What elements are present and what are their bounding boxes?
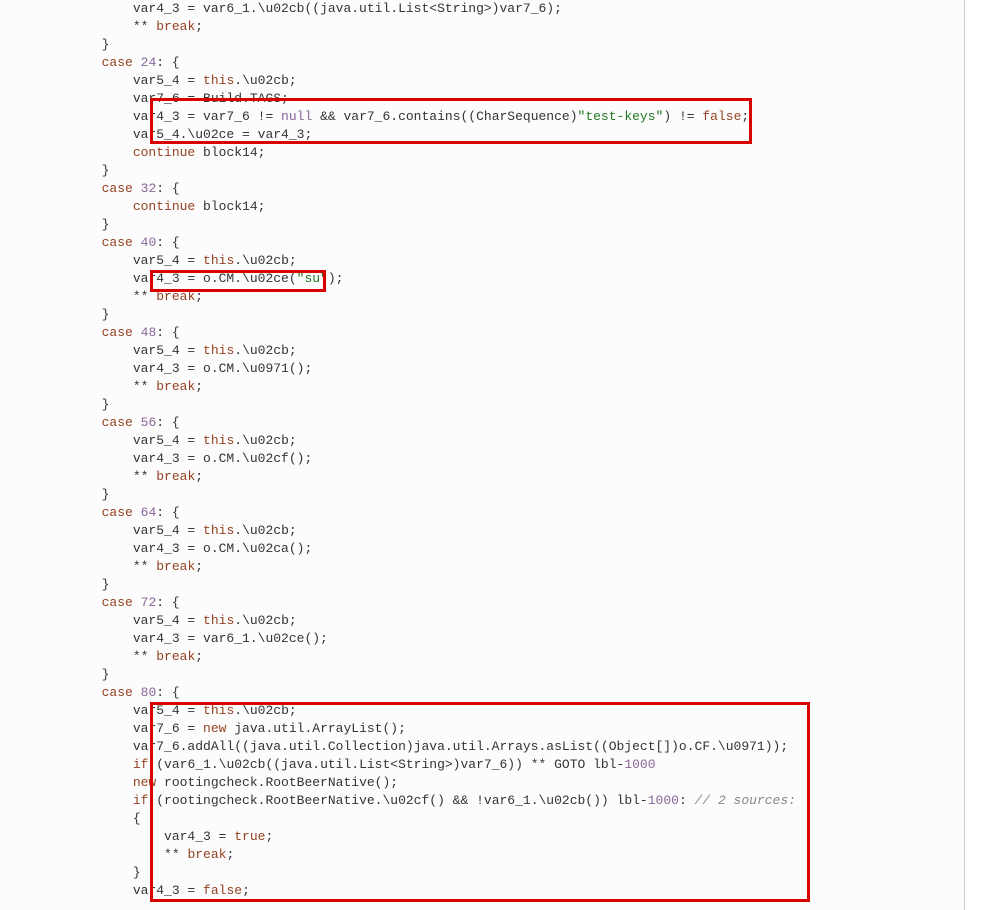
code-line: } (8, 486, 956, 504)
code-line: case 56: { (8, 414, 956, 432)
code-line: ** break; (8, 558, 956, 576)
code-line: var7_6 = new java.util.ArrayList(); (8, 720, 956, 738)
code-viewer: var4_3 = var6_1.\u02cb((java.util.List<S… (0, 0, 965, 910)
code-line: case 32: { (8, 180, 956, 198)
code-line: { (8, 810, 956, 828)
code-line: var5_4 = this.\u02cb; (8, 522, 956, 540)
code-line: case 24: { (8, 54, 956, 72)
code-line: ** break; (8, 18, 956, 36)
code-line: var4_3 = var7_6 != null && var7_6.contai… (8, 108, 956, 126)
code-line: ** break; (8, 288, 956, 306)
code-line: var5_4 = this.\u02cb; (8, 612, 956, 630)
code-line: ** break; (8, 468, 956, 486)
code-line: var5_4 = this.\u02cb; (8, 342, 956, 360)
code-line: new rootingcheck.RootBeerNative(); (8, 774, 956, 792)
code-line: } (8, 216, 956, 234)
code-line: } (8, 666, 956, 684)
code-line: var4_3 = false; (8, 882, 956, 900)
code-line: } (8, 306, 956, 324)
code-line: var4_3 = var6_1.\u02ce(); (8, 630, 956, 648)
code-line: var5_4 = this.\u02cb; (8, 72, 956, 90)
code-line: ** break; (8, 378, 956, 396)
code-line: ** break; (8, 648, 956, 666)
code-line: var5_4.\u02ce = var4_3; (8, 126, 956, 144)
code-line: var5_4 = this.\u02cb; (8, 252, 956, 270)
code-block[interactable]: var4_3 = var6_1.\u02cb((java.util.List<S… (0, 0, 964, 900)
code-line: ** break; (8, 846, 956, 864)
code-line: } (8, 396, 956, 414)
code-line: var5_4 = this.\u02cb; (8, 432, 956, 450)
code-line: case 72: { (8, 594, 956, 612)
code-line: var4_3 = o.CM.\u02cf(); (8, 450, 956, 468)
code-line: var4_3 = o.CM.\u0971(); (8, 360, 956, 378)
code-line: case 64: { (8, 504, 956, 522)
code-line: var7_6 = Build.TAGS; (8, 90, 956, 108)
code-line: var4_3 = o.CM.\u02ce("su"); (8, 270, 956, 288)
code-line: if (rootingcheck.RootBeerNative.\u02cf()… (8, 792, 956, 810)
code-line: } (8, 864, 956, 882)
code-line: } (8, 162, 956, 180)
code-line: var4_3 = var6_1.\u02cb((java.util.List<S… (8, 0, 956, 18)
code-line: var5_4 = this.\u02cb; (8, 702, 956, 720)
code-line: var4_3 = o.CM.\u02ca(); (8, 540, 956, 558)
code-line: case 80: { (8, 684, 956, 702)
code-line: case 40: { (8, 234, 956, 252)
code-line: continue block14; (8, 144, 956, 162)
code-line: case 48: { (8, 324, 956, 342)
code-line: } (8, 36, 956, 54)
code-line: var7_6.addAll((java.util.Collection)java… (8, 738, 956, 756)
code-line: continue block14; (8, 198, 956, 216)
code-line: if (var6_1.\u02cb((java.util.List<String… (8, 756, 956, 774)
code-line: var4_3 = true; (8, 828, 956, 846)
code-line: } (8, 576, 956, 594)
